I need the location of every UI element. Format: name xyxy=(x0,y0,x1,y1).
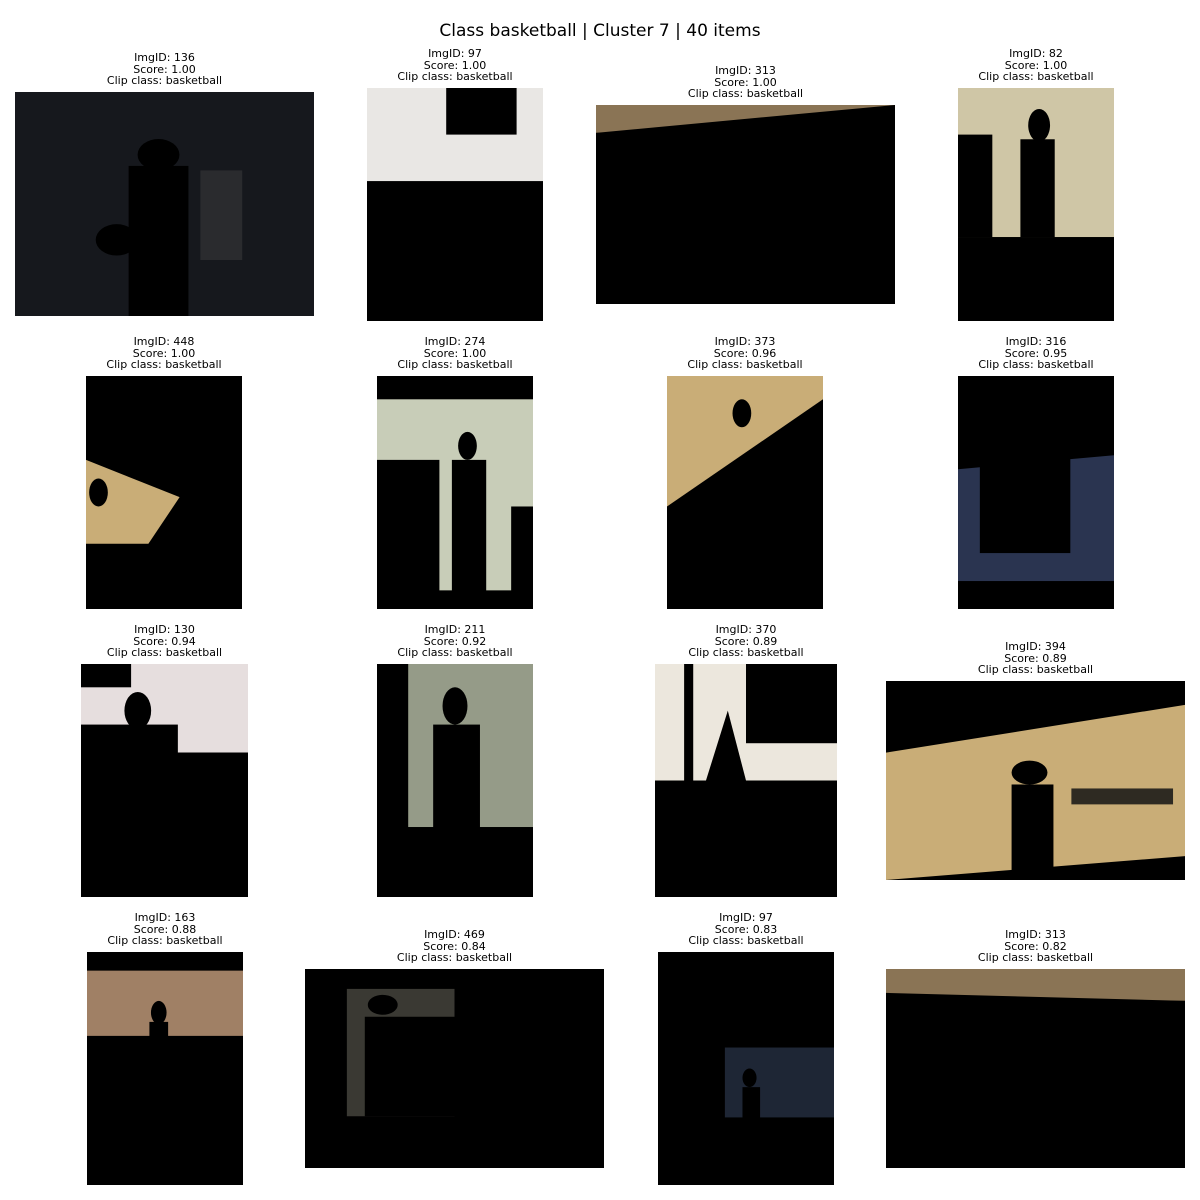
image-id-label: ImgID: 97 xyxy=(428,47,482,60)
thumbnail-image xyxy=(667,376,823,609)
tile-caption: ImgID: 163 Score: 0.88 Clip class: basketb… xyxy=(15,912,315,947)
tile-caption: ImgID: 469 Score: 0.84 Clip class: basketb… xyxy=(305,929,605,964)
image-id-label: ImgID: 316 xyxy=(1005,335,1067,348)
clip-class-label: Clip class: basketball xyxy=(688,646,804,660)
image-id-label: ImgID: 313 xyxy=(715,64,776,77)
image-id-label: ImgID: 373 xyxy=(714,335,776,348)
tile-caption: ImgID: 313 Score: 1.00 Clip class: basketb… xyxy=(596,65,896,100)
tile-caption: ImgID: 211 Score: 0.92 Clip class: basketb… xyxy=(305,624,605,659)
image-id-label: ImgID: 136 xyxy=(134,51,195,64)
tile-caption: ImgID: 394 Score: 0.89 Clip class: basketb… xyxy=(886,641,1186,676)
clip-class-label: Clip class: basketball xyxy=(688,934,804,948)
image-id-label: ImgID: 97 xyxy=(719,911,773,924)
thumbnail-image xyxy=(15,92,314,316)
clip-class-label: Clip class: basketball xyxy=(977,663,1094,677)
clip-class-label: Clip class: basketball xyxy=(106,646,223,660)
tile-caption: ImgID: 130 Score: 0.94 Clip class: basketb… xyxy=(15,624,315,659)
clip-class-label: Clip class: basketball xyxy=(397,646,513,660)
tile-caption: ImgID: 136 Score: 1.00 Clip class: basketb… xyxy=(15,52,315,87)
thumbnail-image xyxy=(658,952,834,1185)
tile-caption: ImgID: 373 Score: 0.96 Clip class: basketb… xyxy=(595,336,895,371)
clip-class-label: Clip class: basketball xyxy=(106,358,222,372)
clip-class-label: Clip class: basketball xyxy=(978,70,1094,84)
thumbnail-image xyxy=(886,681,1185,880)
image-id-label: ImgID: 211 xyxy=(424,623,486,636)
image-id-label: ImgID: 130 xyxy=(134,623,195,636)
image-id-label: ImgID: 313 xyxy=(1005,928,1066,941)
tile-caption: ImgID: 274 Score: 1.00 Clip class: basketb… xyxy=(305,336,605,371)
tile-caption: ImgID: 370 Score: 0.89 Clip class: basketb… xyxy=(596,624,896,659)
clip-class-label: Clip class: basketball xyxy=(978,358,1094,372)
thumbnail-image xyxy=(377,664,533,897)
thumbnail-image xyxy=(81,664,248,897)
clip-class-label: Clip class: basketball xyxy=(687,87,804,101)
clip-class-label: Clip class: basketball xyxy=(107,934,223,948)
figure-title: Class basketball | Cluster 7 | 40 items xyxy=(439,21,761,41)
image-id-label: ImgID: 370 xyxy=(715,623,777,636)
thumbnail-image xyxy=(86,376,242,609)
image-id-label: ImgID: 469 xyxy=(424,928,485,941)
tile-caption: ImgID: 448 Score: 1.00 Clip class: basketb… xyxy=(14,336,314,371)
image-id-label: ImgID: 163 xyxy=(134,911,196,924)
image-id-label: ImgID: 274 xyxy=(424,335,486,348)
thumbnail-image xyxy=(958,376,1114,609)
clip-class-label: Clip class: basketball xyxy=(396,951,513,965)
image-id-label: ImgID: 448 xyxy=(133,335,195,348)
clip-class-label: Clip class: basketball xyxy=(977,951,1094,965)
clip-class-label: Clip class: basketball xyxy=(397,70,513,84)
tile-caption: ImgID: 316 Score: 0.95 Clip class: basketb… xyxy=(886,336,1186,371)
tile-caption: ImgID: 97 Score: 0.83 Clip class: basketba… xyxy=(596,912,896,947)
thumbnail-image xyxy=(958,88,1114,321)
clip-class-label: Clip class: basketball xyxy=(397,358,513,372)
thumbnail-image xyxy=(886,969,1185,1168)
thumbnail-image xyxy=(305,969,604,1168)
thumbnail-image xyxy=(87,952,243,1185)
image-id-label: ImgID: 394 xyxy=(1005,640,1066,653)
tile-caption: ImgID: 313 Score: 0.82 Clip class: basketb… xyxy=(886,929,1186,964)
clip-class-label: Clip class: basketball xyxy=(106,74,223,88)
thumbnail-image xyxy=(367,88,543,321)
tile-caption: ImgID: 82 Score: 1.00 Clip class: basketba… xyxy=(886,48,1186,83)
clip-class-label: Clip class: basketball xyxy=(687,358,803,372)
thumbnail-image xyxy=(655,664,837,897)
tile-caption: ImgID: 97 Score: 1.00 Clip class: basketba… xyxy=(305,48,605,83)
thumbnail-image xyxy=(377,376,533,609)
thumbnail-image xyxy=(596,105,895,304)
image-id-label: ImgID: 82 xyxy=(1009,47,1063,60)
